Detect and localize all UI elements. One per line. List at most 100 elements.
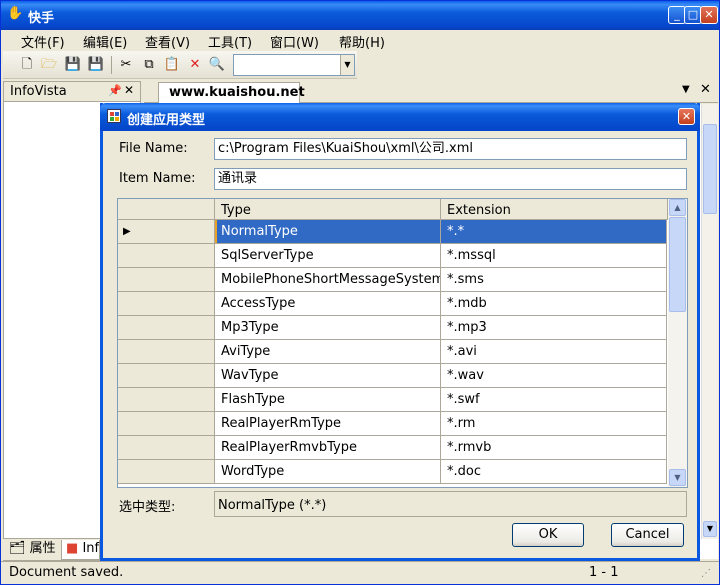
dialog-close-button[interactable]: ✕ xyxy=(678,108,695,125)
copy-icon[interactable]: ⧉ xyxy=(140,56,158,74)
cell-extension[interactable]: *.mp3 xyxy=(441,316,667,340)
table-row[interactable]: AccessType *.mdb xyxy=(118,292,668,316)
save-icon[interactable]: 💾 xyxy=(64,56,82,74)
row-header[interactable] xyxy=(118,412,215,436)
document-scrollbar[interactable]: ▼ xyxy=(701,104,718,539)
cell-extension[interactable]: *.sms xyxy=(441,268,667,292)
cell-extension[interactable]: *.rm xyxy=(441,412,667,436)
cell-type[interactable]: RealPlayerRmvbType xyxy=(215,436,441,460)
current-row-arrow-icon[interactable]: ▶ xyxy=(118,220,215,244)
scroll-thumb[interactable] xyxy=(703,124,717,214)
row-header[interactable] xyxy=(118,268,215,292)
toolbar-combo[interactable]: ▼ xyxy=(233,54,355,76)
cell-type[interactable]: AccessType xyxy=(215,292,441,316)
new-file-icon[interactable]: 🗋 xyxy=(18,56,36,74)
status-message: Document saved. xyxy=(9,565,124,580)
pin-icon[interactable]: 📌 xyxy=(108,84,122,97)
grid-corner xyxy=(118,199,215,220)
row-header[interactable] xyxy=(118,364,215,388)
scroll-up-icon[interactable]: ▲ xyxy=(669,199,686,216)
row-header[interactable] xyxy=(118,244,215,268)
save-all-icon[interactable]: 💾 xyxy=(87,56,105,74)
scroll-down-icon[interactable]: ▼ xyxy=(669,469,686,486)
cell-type[interactable]: NormalType xyxy=(215,220,441,244)
cell-extension[interactable]: *.rmvb xyxy=(441,436,667,460)
cancel-button[interactable]: Cancel xyxy=(611,523,684,547)
table-row[interactable]: RealPlayerRmvbType *.rmvb xyxy=(118,436,668,460)
row-header[interactable] xyxy=(118,460,215,484)
cell-extension[interactable]: *.doc xyxy=(441,460,667,484)
paste-icon[interactable]: 📋 xyxy=(163,56,181,74)
table-row[interactable]: AviType *.avi xyxy=(118,340,668,364)
scroll-down-icon[interactable]: ▼ xyxy=(703,521,717,537)
panel-close-icon[interactable]: ✕ xyxy=(124,83,134,97)
tab-properties[interactable]: 🗂 属性 xyxy=(5,540,56,560)
selected-type-label: 选中类型: xyxy=(119,500,176,515)
row-header[interactable] xyxy=(118,436,215,460)
dialog-title-bar[interactable]: 创建应用类型 ✕ xyxy=(100,103,700,131)
row-header[interactable] xyxy=(118,388,215,412)
status-bar: Document saved. 1 - 1 ⋰ xyxy=(1,561,719,584)
cut-icon[interactable]: ✂ xyxy=(117,56,135,74)
column-header-type[interactable]: Type xyxy=(215,199,441,220)
grid-scrollbar[interactable]: ▲ ▼ xyxy=(668,199,687,487)
dialog-app-icon xyxy=(107,109,121,123)
table-row[interactable]: FlashType *.swf xyxy=(118,388,668,412)
row-header[interactable] xyxy=(118,316,215,340)
cell-type[interactable]: RealPlayerRmType xyxy=(215,412,441,436)
cell-type[interactable]: WordType xyxy=(215,460,441,484)
tab-infovista[interactable]: ■ Inf xyxy=(61,540,101,560)
cell-type[interactable]: MobilePhoneShortMessageSystem xyxy=(215,268,441,292)
delete-icon[interactable]: ✕ xyxy=(186,56,204,74)
chevron-down-icon[interactable]: ▼ xyxy=(340,55,354,75)
menu-view[interactable]: 查看(V) xyxy=(145,32,190,51)
type-grid[interactable]: Type Extension ▶ NormalType *.* SqlServerTy… xyxy=(117,198,688,488)
open-folder-icon[interactable]: 🗁 xyxy=(40,56,58,74)
selected-type-value: NormalType (*.*) xyxy=(214,491,687,517)
table-row[interactable]: SqlServerType *.mssql xyxy=(118,244,668,268)
panel-title: InfoVista xyxy=(10,84,67,99)
menu-edit[interactable]: 编辑(E) xyxy=(83,32,127,51)
table-row[interactable]: WordType *.doc xyxy=(118,460,668,484)
cell-type[interactable]: FlashType xyxy=(215,388,441,412)
main-title-bar[interactable]: ✋ 快手 _ □ ✕ xyxy=(1,1,719,30)
cell-type[interactable]: AviType xyxy=(215,340,441,364)
table-row[interactable]: MobilePhoneShortMessageSystem *.sms xyxy=(118,268,668,292)
menu-file[interactable]: 文件(F) xyxy=(21,32,65,51)
menu-tools[interactable]: 工具(T) xyxy=(208,32,252,51)
table-row[interactable]: ▶ NormalType *.* xyxy=(118,220,668,244)
find-icon[interactable]: 🔍 xyxy=(208,56,226,74)
document-close-icon[interactable]: ✕ xyxy=(700,82,711,97)
grid-scroll-thumb[interactable] xyxy=(669,217,686,312)
hand-app-icon: ✋ xyxy=(7,6,24,21)
cell-extension[interactable]: *.avi xyxy=(441,340,667,364)
tab-document[interactable]: www.kuaishou.net xyxy=(158,82,305,103)
chevron-down-icon[interactable]: ▼ xyxy=(682,84,690,95)
cell-extension[interactable]: *.wav xyxy=(441,364,667,388)
resize-grip-icon[interactable]: ⋰ xyxy=(701,568,711,579)
row-header[interactable] xyxy=(118,340,215,364)
menu-bar: 文件(F) 编辑(E) 查看(V) 工具(T) 窗口(W) 帮助(H) xyxy=(1,30,719,51)
table-row[interactable]: Mp3Type *.mp3 xyxy=(118,316,668,340)
cell-type[interactable]: WavType xyxy=(215,364,441,388)
cell-extension[interactable]: *.* xyxy=(441,220,667,244)
ok-button[interactable]: OK xyxy=(512,523,584,547)
close-window-button[interactable]: ✕ xyxy=(700,6,718,24)
file-name-field[interactable]: c:\Program Files\KuaiShou\xml\公司.xml xyxy=(214,138,687,160)
item-name-field[interactable]: 通讯录 xyxy=(214,168,687,190)
row-header[interactable] xyxy=(118,292,215,316)
menu-help[interactable]: 帮助(H) xyxy=(339,32,385,51)
cell-extension[interactable]: *.mdb xyxy=(441,292,667,316)
dialog-title: 创建应用类型 xyxy=(127,113,206,128)
table-row[interactable]: RealPlayerRmType *.rm xyxy=(118,412,668,436)
column-header-extension[interactable]: Extension xyxy=(441,199,668,220)
cell-type[interactable]: Mp3Type xyxy=(215,316,441,340)
properties-icon: 🗂 xyxy=(9,541,26,556)
cell-type[interactable]: SqlServerType xyxy=(215,244,441,268)
cell-extension[interactable]: *.swf xyxy=(441,388,667,412)
table-row[interactable]: WavType *.wav xyxy=(118,364,668,388)
grid-rows: ▶ NormalType *.* SqlServerType *.mssql Mobile… xyxy=(118,220,668,484)
cell-extension[interactable]: *.mssql xyxy=(441,244,667,268)
menu-window[interactable]: 窗口(W) xyxy=(270,32,319,51)
document-tabs: www.kuaishou.net ▼ ✕ xyxy=(144,81,718,103)
